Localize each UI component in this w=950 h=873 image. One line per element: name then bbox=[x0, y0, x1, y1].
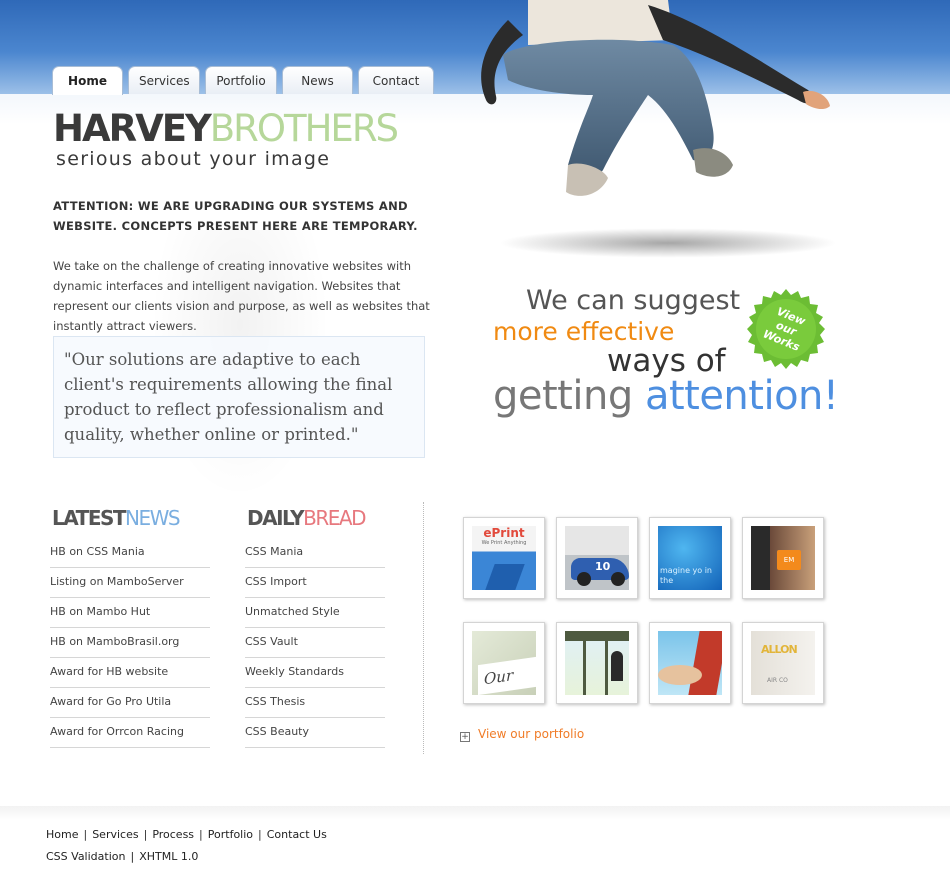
list-item[interactable]: Listing on MamboServer bbox=[50, 568, 210, 598]
list-item[interactable]: HB on Mambo Hut bbox=[50, 598, 210, 628]
list-item[interactable]: HB on CSS Mania bbox=[50, 538, 210, 568]
list-item[interactable]: CSS Mania bbox=[245, 538, 385, 568]
portfolio-thumb-window[interactable] bbox=[556, 622, 638, 704]
quote-box: "Our solutions are adaptive to each clie… bbox=[53, 336, 425, 458]
portfolio-thumb-racing[interactable]: 10 bbox=[556, 517, 638, 599]
latest-news-heading: LATESTNEWS bbox=[52, 506, 181, 530]
intro-paragraph: We take on the challenge of creating inn… bbox=[53, 259, 430, 333]
slogan-line-4: getting attention! bbox=[493, 373, 839, 419]
xhtml-validation-link[interactable]: XHTML 1.0 bbox=[139, 850, 198, 863]
view-portfolio-link[interactable]: + View our portfolio bbox=[460, 727, 584, 742]
tab-portfolio[interactable]: Portfolio bbox=[205, 66, 277, 94]
portfolio-thumb-our-sign[interactable]: Our bbox=[463, 622, 545, 704]
logo-tagline: serious about your image bbox=[56, 148, 331, 170]
list-item[interactable]: Weekly Standards bbox=[245, 658, 385, 688]
slogan-line-2: more effective bbox=[493, 317, 675, 346]
list-item[interactable]: CSS Thesis bbox=[245, 688, 385, 718]
list-item[interactable]: Award for HB website bbox=[50, 658, 210, 688]
tab-home[interactable]: Home bbox=[52, 66, 123, 95]
footer-link-process[interactable]: Process bbox=[152, 828, 194, 841]
logo-wordmark: HARVEYBROTHERS bbox=[53, 107, 399, 150]
footer-nav: Home | Services | Process | Portfolio | Contact … bbox=[46, 828, 327, 841]
portfolio-thumb-sky[interactable] bbox=[649, 622, 731, 704]
portfolio-thumb-allon[interactable]: ALLON AIR CO bbox=[742, 622, 824, 704]
daily-bread-heading: DAILYBREAD bbox=[247, 506, 366, 530]
tab-contact[interactable]: Contact bbox=[358, 66, 434, 94]
list-item[interactable]: Award for Go Pro Utila bbox=[50, 688, 210, 718]
footer-divider bbox=[0, 806, 950, 820]
column-divider bbox=[423, 502, 424, 754]
css-validation-link[interactable]: CSS Validation bbox=[46, 850, 125, 863]
main-nav: Home Services Portfolio News Contact bbox=[52, 66, 434, 95]
portfolio-thumb-underwater[interactable]: magine yo in the bbox=[649, 517, 731, 599]
footer-link-contact[interactable]: Contact Us bbox=[267, 828, 327, 841]
site-logo[interactable]: HARVEYBROTHERS serious about your image bbox=[53, 107, 399, 171]
footer-link-home[interactable]: Home bbox=[46, 828, 78, 841]
portfolio-thumb-eprint[interactable]: ePrint We Print Anything bbox=[463, 517, 545, 599]
list-item[interactable]: CSS Beauty bbox=[245, 718, 385, 748]
attention-notice: ATTENTION: WE ARE UPGRADING OUR SYSTEMS … bbox=[53, 199, 418, 233]
latest-news-list: HB on CSS Mania Listing on MamboServer H… bbox=[50, 538, 210, 748]
footer-link-portfolio[interactable]: Portfolio bbox=[208, 828, 253, 841]
list-item[interactable]: CSS Vault bbox=[245, 628, 385, 658]
hero-shadow bbox=[498, 228, 838, 258]
view-our-works-seal[interactable]: View our Works bbox=[744, 289, 828, 373]
plus-icon: + bbox=[460, 732, 470, 742]
footer-link-services[interactable]: Services bbox=[92, 828, 138, 841]
portfolio-thumb-business-card[interactable]: EM bbox=[742, 517, 824, 599]
daily-bread-list: CSS Mania CSS Import Unmatched Style CSS… bbox=[245, 538, 385, 748]
slogan-line-1: We can suggest bbox=[526, 285, 741, 316]
tab-news[interactable]: News bbox=[282, 66, 353, 94]
list-item[interactable]: Unmatched Style bbox=[245, 598, 385, 628]
list-item[interactable]: HB on MamboBrasil.org bbox=[50, 628, 210, 658]
list-item[interactable]: Award for Orrcon Racing bbox=[50, 718, 210, 748]
tab-services[interactable]: Services bbox=[128, 66, 200, 94]
list-item[interactable]: CSS Import bbox=[245, 568, 385, 598]
footer-validation: CSS Validation | XHTML 1.0 bbox=[46, 850, 199, 863]
